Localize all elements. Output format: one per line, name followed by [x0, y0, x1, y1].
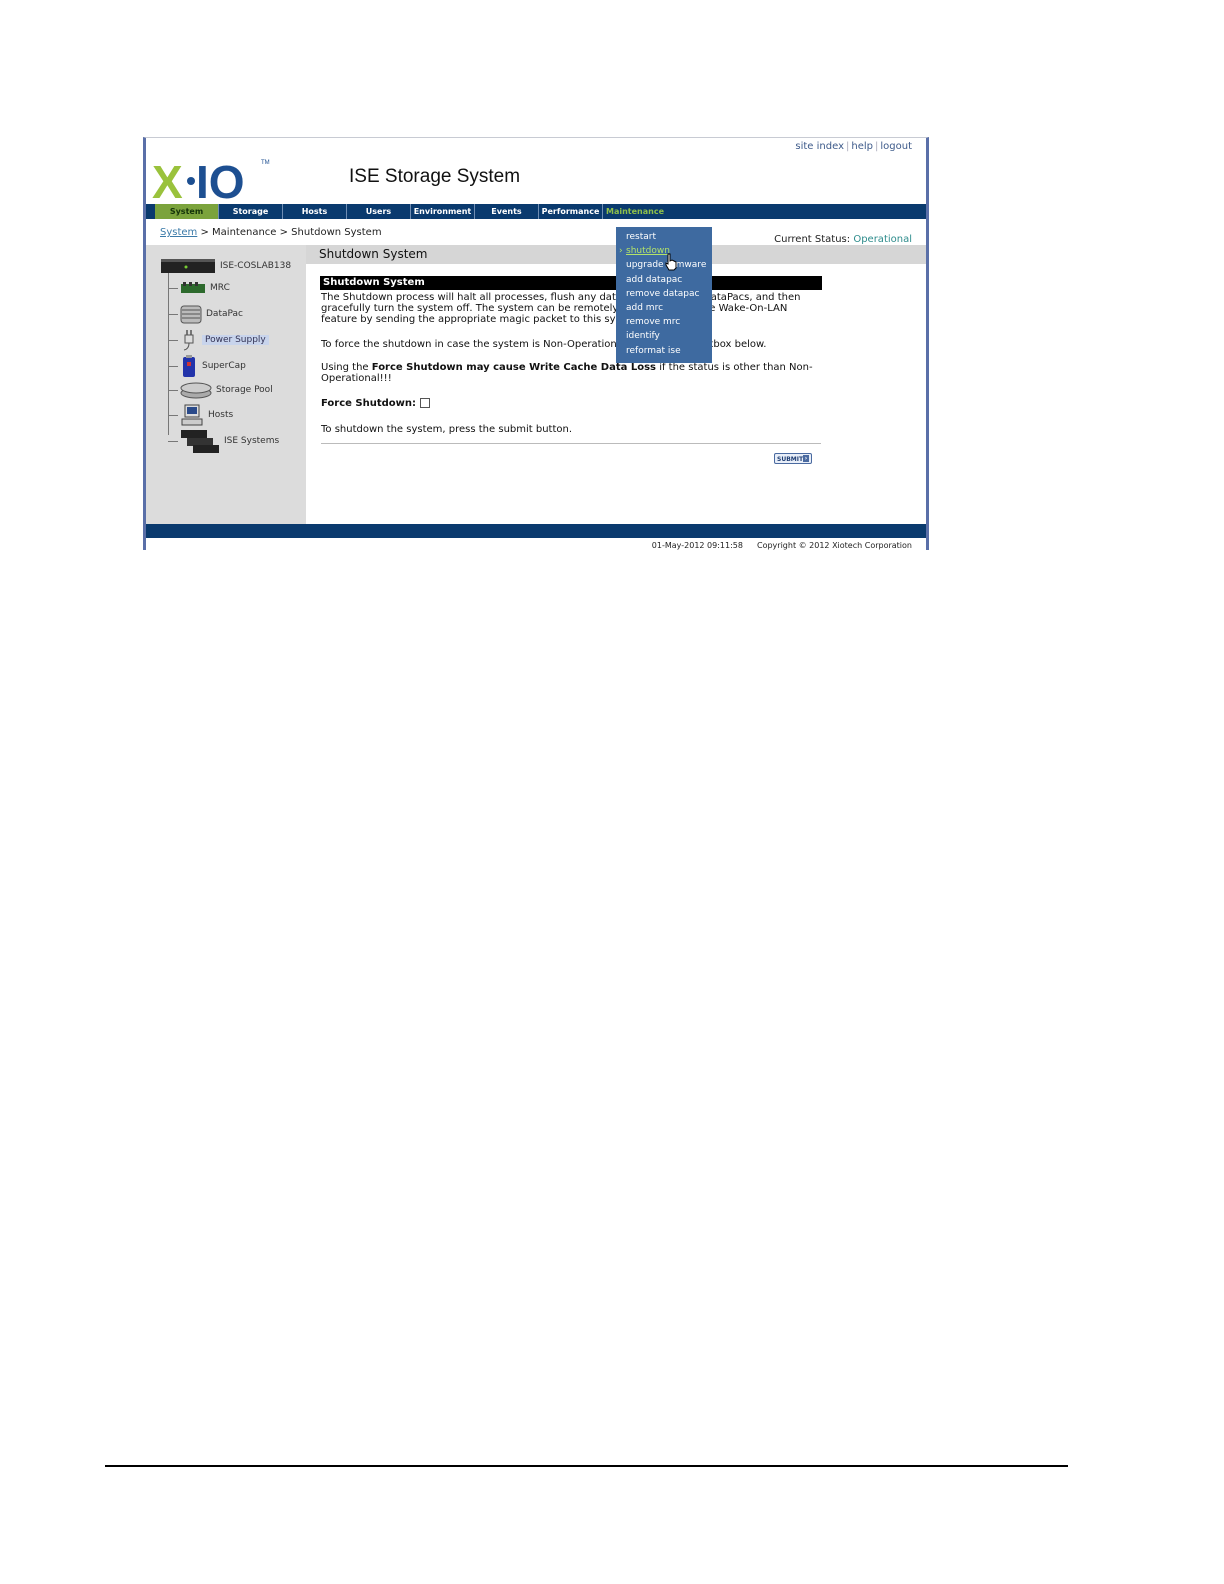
tree-label-datapac: DataPac — [206, 309, 243, 319]
page-rule — [105, 1465, 1068, 1467]
tree-label-supercap: SuperCap — [202, 361, 246, 371]
current-status: Current Status: Operational — [774, 234, 912, 245]
force-shutdown-label: Force Shutdown: — [321, 398, 417, 409]
force-shutdown-checkbox[interactable] — [420, 398, 431, 408]
svg-text:TM: TM — [261, 160, 270, 166]
svg-text:IO: IO — [196, 156, 245, 204]
menu-item-reformat-ise[interactable]: reformat ise — [616, 344, 712, 358]
submit-button[interactable]: SUBMIT › — [774, 453, 812, 464]
site-index-link[interactable]: site index — [795, 141, 844, 152]
browser-window: site index | help | logout X IO TM ISE Stora… — [143, 137, 929, 550]
menu-item-restart[interactable]: restart — [616, 230, 712, 244]
tab-system[interactable]: System — [155, 204, 219, 219]
logout-link[interactable]: logout — [880, 141, 912, 152]
supercap-battery-icon — [183, 355, 195, 377]
menu-item-add-datapac[interactable]: add datapac — [616, 273, 712, 287]
section-title: Shutdown System — [320, 276, 822, 290]
tree-label-mrc: MRC — [210, 283, 230, 293]
datapac-icon — [180, 305, 202, 324]
tab-performance[interactable]: Performance — [539, 204, 603, 219]
storage-pool-icon — [180, 382, 212, 399]
host-computer-icon — [181, 404, 203, 426]
tab-maintenance[interactable]: Maintenance — [603, 204, 667, 219]
tree-label-ise-systems: ISE Systems — [224, 436, 280, 446]
tab-events[interactable]: Events — [475, 204, 539, 219]
warning-bold: Force Shutdown may cause Write Cache Dat… — [371, 362, 657, 373]
menu-item-remove-mrc[interactable]: remove mrc — [616, 315, 712, 329]
status-label: Current Status: — [774, 234, 851, 245]
main-nav: System Storage Hosts Users Environment E… — [146, 204, 926, 219]
divider — [321, 443, 821, 444]
tree-item-power-supply[interactable]: Power Supply — [168, 329, 269, 351]
tree-item-datapac[interactable]: DataPac — [168, 304, 243, 324]
maintenance-dropdown: restart shutdown upgrade firmware add da… — [616, 227, 712, 363]
svg-text:X: X — [152, 156, 183, 204]
submit-instruction: To shutdown the system, press the submit… — [321, 424, 573, 435]
tree-item-supercap[interactable]: SuperCap — [168, 354, 246, 378]
tab-environment[interactable]: Environment — [411, 204, 475, 219]
tree-label-ise: ISE-COSLAB138 — [220, 261, 292, 271]
ise-systems-icon — [181, 430, 219, 453]
warning-text: Using the Force Shutdown may cause Write… — [321, 362, 813, 384]
app-title: ISE Storage System — [349, 166, 521, 187]
breadcrumb-rest: > Maintenance > Shutdown System — [197, 227, 382, 238]
tree-item-storage-pool[interactable]: Storage Pool — [168, 381, 273, 399]
force-instruction-text: To force the shutdown in case the system… — [321, 339, 767, 350]
footer-bar — [146, 524, 926, 538]
breadcrumb-system-link[interactable]: System — [160, 227, 197, 238]
tab-storage[interactable]: Storage — [219, 204, 283, 219]
sidebar-tree: ISE-COSLAB138 MRC DataPac Power Supply S… — [146, 245, 306, 524]
tree-label-power-supply: Power Supply — [202, 335, 269, 345]
status-value: Operational — [853, 234, 912, 245]
menu-item-remove-datapac[interactable]: remove datapac — [616, 287, 712, 301]
hand-cursor-icon — [665, 253, 677, 271]
tree-label-storage-pool: Storage Pool — [216, 385, 273, 395]
menu-item-identify[interactable]: identify — [616, 329, 712, 343]
tree-item-ise-systems[interactable]: ISE Systems — [168, 428, 279, 454]
top-links: site index | help | logout — [795, 141, 912, 152]
footer-copyright: Copyright © 2012 Xiotech Corporation — [756, 541, 912, 550]
controller-board-icon — [181, 282, 205, 293]
tree-label-hosts: Hosts — [208, 410, 234, 420]
help-link[interactable]: help — [851, 141, 873, 152]
power-plug-icon — [183, 330, 194, 351]
tree-item-ise[interactable]: ISE-COSLAB138 — [160, 257, 291, 275]
footer-timestamp: 01-May-2012 09:11:58 — [651, 541, 743, 550]
tab-users[interactable]: Users — [347, 204, 411, 219]
tab-hosts[interactable]: Hosts — [283, 204, 347, 219]
breadcrumb: System > Maintenance > Shutdown System — [160, 227, 382, 238]
tree-item-mrc[interactable]: MRC — [168, 281, 230, 295]
description-text: The Shutdown process will halt all proce… — [321, 292, 801, 325]
footer: 01-May-2012 09:11:58 Copyright © 2012 Xio… — [638, 541, 912, 550]
submit-arrow-icon: › — [803, 455, 809, 462]
force-shutdown-row: Force Shutdown: — [321, 398, 821, 409]
xio-logo: X IO TM — [152, 156, 270, 204]
storage-chassis-icon — [161, 259, 215, 273]
menu-item-add-mrc[interactable]: add mrc — [616, 301, 712, 315]
tree-item-hosts[interactable]: Hosts — [168, 404, 233, 426]
